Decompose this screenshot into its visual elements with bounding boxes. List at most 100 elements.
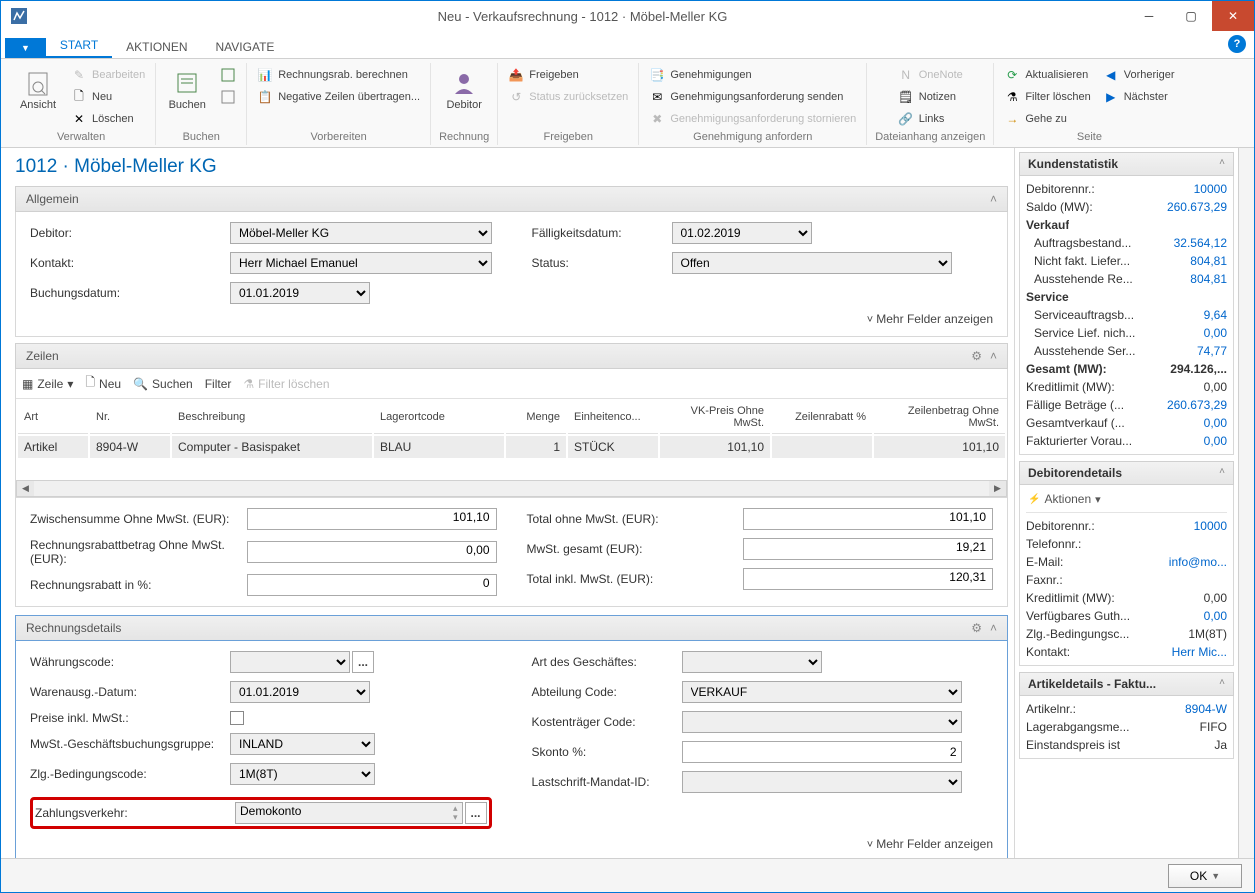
lines-neu[interactable]: 🗋Neu bbox=[85, 373, 121, 394]
total-ohne-mwst[interactable]: 101,10 bbox=[743, 508, 993, 530]
status-select[interactable]: Offen bbox=[672, 252, 952, 274]
lines-filter[interactable]: Filter bbox=[205, 377, 232, 391]
tab-start[interactable]: START bbox=[46, 32, 112, 58]
total-inkl-mwst[interactable]: 120,31 bbox=[743, 568, 993, 590]
artikeldetails-header[interactable]: Artikeldetails - Faktu...˄ bbox=[1019, 672, 1234, 696]
minimize-button[interactable]: ─ bbox=[1128, 1, 1170, 31]
filter-loeschen-button[interactable]: ⚗Filter löschen bbox=[1002, 87, 1092, 107]
new-icon: 🗋 bbox=[85, 373, 95, 394]
debitor-select[interactable]: Möbel-Meller KG bbox=[230, 222, 492, 244]
buchen-small1[interactable] bbox=[218, 65, 238, 85]
file-tab[interactable]: ▼ bbox=[5, 38, 46, 58]
vorheriger-button[interactable]: ◀Vorheriger bbox=[1101, 65, 1177, 85]
more-fields-rechnungsdetails[interactable]: ˅ Mehr Felder anzeigen bbox=[30, 837, 993, 851]
stat-row: Service Lief. nich...0,00 bbox=[1026, 324, 1227, 342]
aktualisieren-button[interactable]: ⟳Aktualisieren bbox=[1002, 65, 1092, 85]
waehrung-lookup[interactable]: ... bbox=[352, 651, 374, 673]
genehmigungen-button[interactable]: 📑Genehmigungen bbox=[647, 65, 858, 85]
bearbeiten-button[interactable]: ✎Bearbeiten bbox=[69, 65, 147, 85]
outer-scrollbar[interactable] bbox=[1238, 148, 1254, 858]
debitor-button[interactable]: Debitor bbox=[441, 65, 487, 113]
mwst-gruppe-select[interactable]: INLAND bbox=[230, 733, 375, 755]
naechster-button[interactable]: ▶Nächster bbox=[1101, 87, 1177, 107]
reset-icon: ↺ bbox=[508, 89, 524, 105]
maximize-button[interactable]: ▢ bbox=[1170, 1, 1212, 31]
col-vk[interactable]: VK-Preis Ohne MwSt. bbox=[660, 401, 770, 434]
tab-aktionen[interactable]: AKTIONEN bbox=[112, 34, 201, 58]
faelligkeitsdatum-input[interactable]: 01.02.2019 bbox=[672, 222, 812, 244]
close-button[interactable]: ✕ bbox=[1212, 1, 1254, 31]
status-reset-button[interactable]: ↺Status zurücksetzen bbox=[506, 87, 630, 107]
loeschen-button[interactable]: ✕Löschen bbox=[69, 109, 147, 129]
aktionen-menu[interactable]: ⚡Aktionen ▾ bbox=[1026, 489, 1227, 513]
col-rab[interactable]: Zeilenrabatt % bbox=[772, 401, 872, 434]
zlg-bedingung-select[interactable]: 1M(8T) bbox=[230, 763, 375, 785]
zeile-menu[interactable]: ▦Zeile ▾ bbox=[22, 377, 73, 391]
cancel-approval-icon: ✖ bbox=[649, 111, 665, 127]
horizontal-scrollbar[interactable]: ◀▶ bbox=[16, 480, 1007, 497]
gehe-zu-button[interactable]: →Gehe zu bbox=[1002, 109, 1092, 129]
preise-inkl-mwst-checkbox[interactable] bbox=[230, 711, 244, 725]
col-betrag[interactable]: Zeilenbetrag Ohne MwSt. bbox=[874, 401, 1005, 434]
tab-navigate[interactable]: NAVIGATE bbox=[202, 34, 289, 58]
gear-icon[interactable]: ⚙ bbox=[971, 621, 982, 635]
links-button[interactable]: 🔗Links bbox=[896, 109, 965, 129]
freigeben-button[interactable]: 📤Freigeben bbox=[506, 65, 630, 85]
abteilung-select[interactable]: VERKAUF bbox=[682, 681, 962, 703]
zahlungsverkehr-input[interactable]: Demokonto▴▾ bbox=[235, 802, 463, 824]
fasttab-rechnungsdetails-header[interactable]: Rechnungsdetails ⚙˄ bbox=[15, 615, 1008, 641]
col-lager[interactable]: Lagerortcode bbox=[374, 401, 504, 434]
col-menge[interactable]: Menge bbox=[506, 401, 566, 434]
col-nr[interactable]: Nr. bbox=[90, 401, 170, 434]
buchen-small2[interactable] bbox=[218, 87, 238, 107]
genehmigung-cancel-button[interactable]: ✖Genehmigungsanforderung stornieren bbox=[647, 109, 858, 129]
debitorendetails-header[interactable]: Debitorendetails˄ bbox=[1019, 461, 1234, 485]
kostentraeger-select[interactable] bbox=[682, 711, 962, 733]
neu-button[interactable]: 🗋Neu bbox=[69, 87, 147, 107]
main-content: 1012 · Möbel-Meller KG Allgemein ˄ Debit… bbox=[1, 148, 1014, 858]
onenote-icon: N bbox=[898, 67, 914, 83]
zahlungsverkehr-lookup[interactable]: ... bbox=[465, 802, 487, 824]
lines-filter-loeschen[interactable]: ⚗Filter löschen bbox=[243, 377, 329, 391]
rechnungsrabattbetrag-value[interactable]: 0,00 bbox=[247, 541, 497, 563]
clear-filter-icon: ⚗ bbox=[243, 377, 254, 391]
stat-row: Artikelnr.:8904-W bbox=[1026, 700, 1227, 718]
genehmigung-send-button[interactable]: ✉Genehmigungsanforderung senden bbox=[647, 87, 858, 107]
stat-row: Lagerabgangsme...FIFO bbox=[1026, 718, 1227, 736]
negative-zeilen-button[interactable]: 📋Negative Zeilen übertragen... bbox=[255, 87, 422, 107]
rechnungsrabatt-percent[interactable]: 0 bbox=[247, 574, 497, 596]
fasttab-zeilen-header[interactable]: Zeilen ⚙˄ bbox=[15, 343, 1008, 369]
onenote-button[interactable]: NOneNote bbox=[896, 65, 965, 85]
waehrungscode-select[interactable] bbox=[230, 651, 350, 673]
buchungsdatum-input[interactable]: 01.01.2019 bbox=[230, 282, 370, 304]
titlebar: Neu - Verkaufsrechnung - 1012 · Möbel-Me… bbox=[1, 1, 1254, 31]
more-fields-allgemein[interactable]: ˅ Mehr Felder anzeigen bbox=[30, 312, 993, 326]
lastschrift-select[interactable] bbox=[682, 771, 962, 793]
col-beschr[interactable]: Beschreibung bbox=[172, 401, 372, 434]
ansicht-button[interactable]: Ansicht bbox=[15, 65, 61, 113]
stat-row: Verfügbares Guth...0,00 bbox=[1026, 607, 1227, 625]
mwst-gesamt[interactable]: 19,21 bbox=[743, 538, 993, 560]
skonto-input[interactable] bbox=[682, 741, 962, 763]
rechnungsrab-button[interactable]: 📊Rechnungsrab. berechnen bbox=[255, 65, 422, 85]
next-icon: ▶ bbox=[1103, 89, 1119, 105]
kontakt-select[interactable]: Herr Michael Emanuel bbox=[230, 252, 492, 274]
warenausg-datum[interactable]: 01.01.2019 bbox=[230, 681, 370, 703]
stat-row: Auftragsbestand...32.564,12 bbox=[1026, 234, 1227, 252]
stat-row: Kontakt:Herr Mic... bbox=[1026, 643, 1227, 661]
help-icon[interactable]: ? bbox=[1228, 35, 1246, 53]
fasttab-allgemein-header[interactable]: Allgemein ˄ bbox=[15, 186, 1008, 212]
table-row[interactable]: Artikel 8904-W Computer - Basispaket BLA… bbox=[18, 436, 1005, 458]
col-einheit[interactable]: Einheitenco... bbox=[568, 401, 658, 434]
ok-button[interactable]: OK▼ bbox=[1168, 864, 1242, 888]
buchen-button[interactable]: Buchen bbox=[164, 65, 210, 113]
art-geschaeft-select[interactable] bbox=[682, 651, 822, 673]
gear-icon[interactable]: ⚙ bbox=[971, 349, 982, 363]
zwischensumme-value[interactable]: 101,10 bbox=[247, 508, 497, 530]
spinner-icon: ▴▾ bbox=[453, 804, 458, 822]
stat-row: Faxnr.: bbox=[1026, 571, 1227, 589]
col-art[interactable]: Art bbox=[18, 401, 88, 434]
lines-suchen[interactable]: 🔍Suchen bbox=[133, 377, 193, 391]
kundenstatistik-header[interactable]: Kundenstatistik˄ bbox=[1019, 152, 1234, 176]
notizen-button[interactable]: 🗒Notizen bbox=[896, 87, 965, 107]
